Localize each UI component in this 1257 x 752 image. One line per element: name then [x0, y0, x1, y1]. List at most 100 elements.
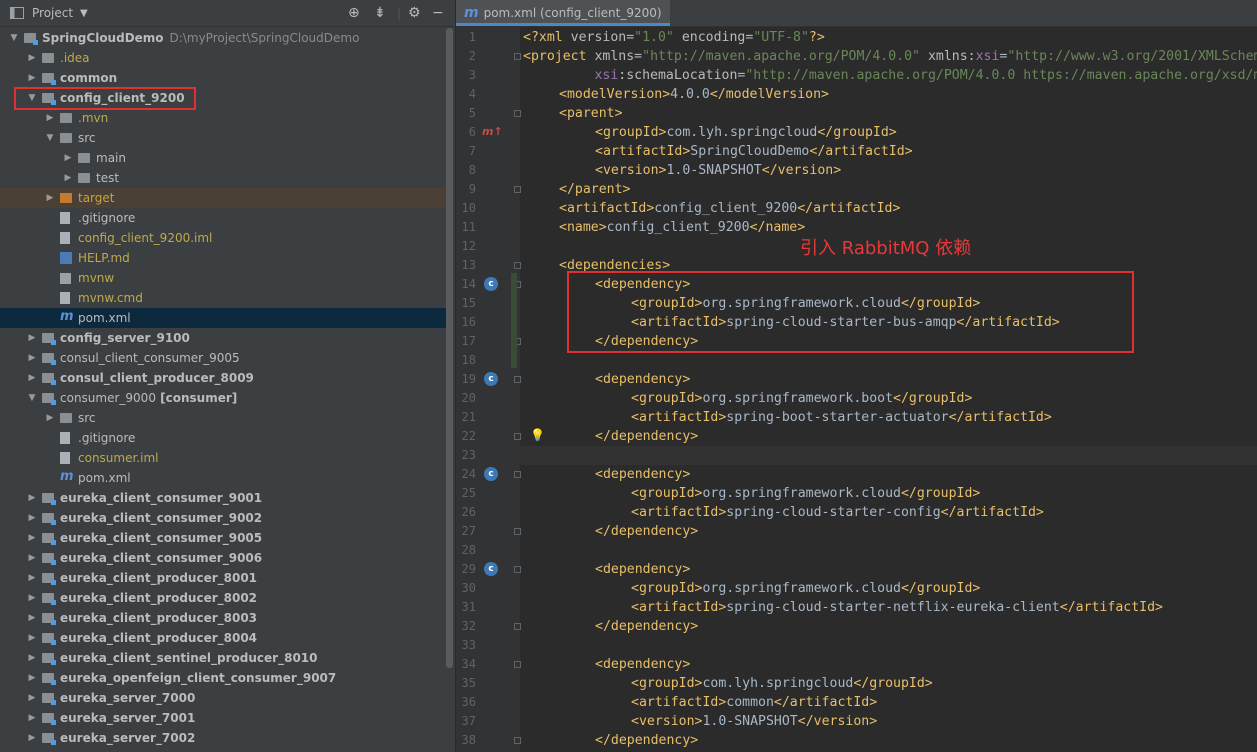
collapse-arrow-icon[interactable]: ▶	[44, 188, 56, 208]
expand-arrow-icon[interactable]: ▼	[8, 28, 20, 48]
code-line[interactable]	[520, 237, 523, 256]
code-line[interactable]: </dependency>	[520, 617, 698, 636]
code-line[interactable]: <groupId>org.springframework.cloud</grou…	[520, 484, 980, 503]
tree-item[interactable]: mvnw.cmd	[0, 288, 447, 308]
code-line[interactable]: </dependency>	[520, 731, 698, 750]
tree-item[interactable]: ▶ eureka_client_producer_8001	[0, 568, 447, 588]
collapse-arrow-icon[interactable]: ▶	[26, 668, 38, 688]
tree-item[interactable]: ▶ .mvn	[0, 108, 447, 128]
tree-item[interactable]: ▶ eureka_client_producer_8002	[0, 588, 447, 608]
hide-icon[interactable]: −	[432, 0, 444, 27]
collapse-arrow-icon[interactable]: ▶	[26, 588, 38, 608]
code-line[interactable]: <version>1.0-SNAPSHOT</version>	[520, 712, 877, 731]
code-line[interactable]	[520, 446, 1257, 465]
code-editor[interactable]: <?xml version="1.0" encoding="UTF-8"?> <p…	[520, 27, 1257, 752]
collapse-arrow-icon[interactable]: ▶	[26, 708, 38, 728]
vcs-change-marker[interactable]	[511, 273, 517, 368]
tree-item[interactable]: ▶ .idea	[0, 48, 447, 68]
chevron-down-icon[interactable]: ▼	[80, 0, 88, 27]
code-line[interactable]	[520, 351, 523, 370]
collapse-arrow-icon[interactable]: ▶	[44, 108, 56, 128]
gear-icon[interactable]: ⚙	[408, 0, 421, 27]
code-line[interactable]: <artifactId>spring-cloud-starter-config<…	[520, 503, 1044, 522]
collapse-icon[interactable]: ⇟	[374, 0, 386, 27]
code-line[interactable]: <groupId>org.springframework.boot</group…	[520, 389, 972, 408]
dependency-icon[interactable]: c	[484, 562, 498, 576]
collapse-arrow-icon[interactable]: ▶	[26, 368, 38, 388]
tree-item[interactable]: ▶ eureka_client_consumer_9005	[0, 528, 447, 548]
tree-item[interactable]: ▶ eureka_server_7000	[0, 688, 447, 708]
collapse-arrow-icon[interactable]: ▶	[26, 568, 38, 588]
code-line[interactable]: <name>config_client_9200</name>	[520, 218, 805, 237]
tree-item[interactable]: ▶ eureka_client_consumer_9006	[0, 548, 447, 568]
collapse-arrow-icon[interactable]: ▶	[26, 688, 38, 708]
tree-item[interactable]: ▶ src	[0, 408, 447, 428]
code-line[interactable]: <dependency>	[520, 370, 690, 389]
tree-item[interactable]: ▶ eureka_client_consumer_9002	[0, 508, 447, 528]
code-line[interactable]: <parent>	[520, 104, 623, 123]
tree-item[interactable]: ▶ eureka_openfeign_client_consumer_9007	[0, 668, 447, 688]
collapse-arrow-icon[interactable]: ▶	[26, 648, 38, 668]
collapse-arrow-icon[interactable]: ▶	[44, 408, 56, 428]
tree-item[interactable]: config_client_9200.iml	[0, 228, 447, 248]
code-line[interactable]: </dependency>	[520, 427, 698, 446]
project-view-title[interactable]: Project	[32, 0, 73, 27]
code-line[interactable]: <dependency>	[520, 655, 690, 674]
code-line[interactable]	[520, 636, 523, 655]
tree-item[interactable]: ▶ test	[0, 168, 447, 188]
collapse-arrow-icon[interactable]: ▶	[62, 168, 74, 188]
code-line[interactable]	[520, 541, 523, 560]
tree-item[interactable]: .gitignore	[0, 428, 447, 448]
collapse-arrow-icon[interactable]: ▶	[26, 628, 38, 648]
code-line[interactable]: <dependency>	[520, 465, 690, 484]
crosshair-icon[interactable]: ⊕	[348, 0, 360, 27]
code-line[interactable]: <dependency>	[520, 560, 690, 579]
collapse-arrow-icon[interactable]: ▶	[26, 608, 38, 628]
dependency-icon[interactable]: c	[484, 277, 498, 291]
code-line[interactable]: <?xml version="1.0" encoding="UTF-8"?>	[520, 28, 825, 47]
tree-item[interactable]: .gitignore	[0, 208, 447, 228]
code-line[interactable]: <artifactId>SpringCloudDemo</artifactId>	[520, 142, 913, 161]
collapse-arrow-icon[interactable]: ▶	[26, 728, 38, 748]
tree-item[interactable]: ▶ common	[0, 68, 447, 88]
expand-arrow-icon[interactable]: ▼	[44, 128, 56, 148]
code-line[interactable]: <groupId>org.springframework.cloud</grou…	[520, 579, 980, 598]
code-line[interactable]: <artifactId>config_client_9200</artifact…	[520, 199, 900, 218]
tree-item[interactable]: ▼ src	[0, 128, 447, 148]
collapse-arrow-icon[interactable]: ▶	[26, 508, 38, 528]
tree-item[interactable]: ▼ SpringCloudDemo D:\myProject\SpringCloud…	[0, 28, 447, 48]
tree-item[interactable]: ▶ eureka_server_7002	[0, 728, 447, 748]
collapse-arrow-icon[interactable]: ▶	[26, 68, 38, 88]
tree-item[interactable]: ▶ eureka_client_consumer_9001	[0, 488, 447, 508]
tree-item[interactable]: ▼ consumer_9000 [consumer]	[0, 388, 447, 408]
tree-item[interactable]: ▶ eureka_client_producer_8004	[0, 628, 447, 648]
tree-item[interactable]: ▶ eureka_client_sentinel_producer_8010	[0, 648, 447, 668]
dependency-icon[interactable]: c	[484, 372, 498, 386]
collapse-arrow-icon[interactable]: ▶	[62, 148, 74, 168]
code-line[interactable]: </parent>	[520, 180, 630, 199]
project-view-icon[interactable]	[10, 0, 24, 27]
code-line[interactable]: </dependency>	[520, 522, 698, 541]
code-line[interactable]: <groupId>com.lyh.springcloud</groupId>	[520, 674, 933, 693]
dependency-icon[interactable]: c	[484, 467, 498, 481]
tab-pom-xml[interactable]: m pom.xml (config_client_9200)	[456, 0, 670, 26]
code-line[interactable]: <modelVersion>4.0.0</modelVersion>	[520, 85, 829, 104]
tree-item[interactable]: ▶ target	[0, 188, 447, 208]
collapse-arrow-icon[interactable]: ▶	[26, 48, 38, 68]
editor-gutter[interactable]: 1 2 3 4 5 6 7 8 9 10 11 12 13 14 15 16 17 18 19 20 21 22 23 24 2…	[456, 27, 545, 752]
code-line[interactable]: xsi:schemaLocation="http://maven.apache.…	[520, 66, 1257, 85]
code-line[interactable]: <artifactId>spring-boot-starter-actuator…	[520, 408, 1052, 427]
code-line[interactable]: <artifactId>common</artifactId>	[520, 693, 877, 712]
tree-item[interactable]: consumer.iml	[0, 448, 447, 468]
tree-item[interactable]: ▶ consul_client_producer_8009	[0, 368, 447, 388]
tree-item[interactable]: ▶ main	[0, 148, 447, 168]
code-line[interactable]: <artifactId>spring-cloud-starter-netflix…	[520, 598, 1163, 617]
code-line[interactable]: <groupId>com.lyh.springcloud</groupId>	[520, 123, 897, 142]
tree-item[interactable]: ▶ eureka_server_7001	[0, 708, 447, 728]
collapse-arrow-icon[interactable]: ▶	[26, 488, 38, 508]
tree-item[interactable]: ▶ eureka_client_producer_8003	[0, 608, 447, 628]
code-line[interactable]: <version>1.0-SNAPSHOT</version>	[520, 161, 841, 180]
maven-parent-icon[interactable]: m↑	[482, 125, 503, 138]
collapse-arrow-icon[interactable]: ▶	[26, 548, 38, 568]
tree-item[interactable]: m pom.xml	[0, 468, 447, 488]
